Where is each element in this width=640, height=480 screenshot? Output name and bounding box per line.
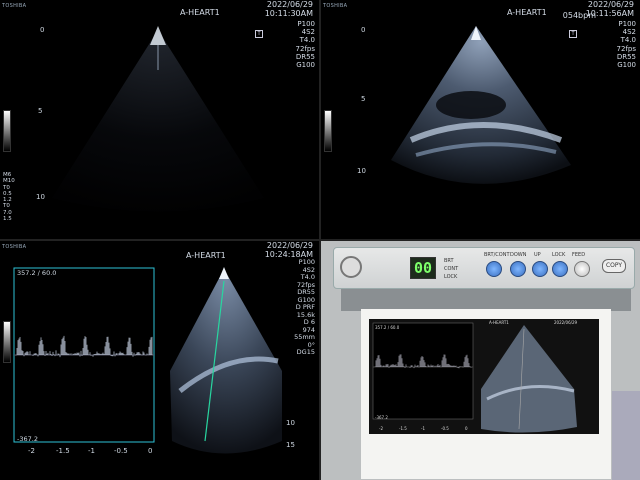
exam-title: A-HEART1 [180,8,220,17]
param: 72fps [617,45,636,53]
param: DR55 [296,53,315,61]
depth-label: 10 [36,193,45,201]
printer-control-panel: 00 BRT CONT LOCK BRT/CONT DOWN UP LOCK F… [333,247,635,289]
depth-label: 5 [361,95,365,103]
sector-image [321,0,640,239]
param: P100 [617,20,636,28]
indicator-lock: LOCK [444,274,457,280]
param: 1.5 [3,216,15,222]
date-label: 2022/06/29 [267,0,313,9]
print-scale-bottom: -367.2 [375,415,388,420]
printed-sheet: A-HEART1 2022/06/29 357.2 / 60.0 -367.2 … [361,309,611,479]
param: 4S2 [617,28,636,36]
up-button[interactable] [532,261,548,277]
grayscale-bar [3,321,11,363]
imaging-params: P100 4S2 T4.0 72fps DR55 G100 D PRF 15.6… [294,259,315,357]
param: DR55 [617,53,636,61]
date-label: 2022/06/29 [588,0,634,9]
param: T4.0 [617,36,636,44]
depth-label: 10 [286,419,295,427]
down-button[interactable] [510,261,526,277]
time-tick: -1.5 [56,447,70,455]
grayscale-bar [324,110,332,152]
printed-doppler [369,319,599,434]
param: G100 [296,61,315,69]
quadrant-bmode-heart: TOSHIBA A-HEART1 054bpm 2022/06/29 10:11… [321,0,640,239]
param: 4S2 [296,28,315,36]
quadrant-printer-photo: 00 BRT CONT LOCK BRT/CONT DOWN UP LOCK F… [321,241,640,480]
brt-cont-label: BRT/CONT [484,252,510,258]
up-label: UP [534,252,541,258]
power-button[interactable] [340,256,362,278]
printer-slot [341,289,631,311]
param: P100 [296,20,315,28]
time-tick: -2 [28,447,35,455]
grayscale-bar [3,110,11,152]
print-scale-top: 357.2 / 60.0 [375,325,399,330]
print-tick: 0 [465,426,468,431]
depth-label: 5 [38,107,42,115]
param: DG15 [294,349,315,357]
brand-label: TOSHIBA [2,244,26,250]
quadrant-bmode-empty: TOSHIBA A-HEART1 2022/06/29 10:11:30AM T… [0,0,319,239]
time-label: 10:11:30AM [265,9,313,18]
doppler-spectrum [16,336,152,357]
depth-label: 10 [357,167,366,175]
depth-label: 15 [286,441,295,449]
depth-label: 0 [361,26,365,34]
time-tick: -1 [88,447,95,455]
sector-image [0,0,319,239]
lock-button[interactable] [552,261,568,277]
exam-title: A-HEART1 [507,8,547,17]
print-date: 2022/06/29 [554,320,577,325]
orientation-marker-icon: T [255,30,263,38]
printed-image: A-HEART1 2022/06/29 357.2 / 60.0 -367.2 … [369,319,599,434]
param: M10 [3,178,15,184]
copy-button[interactable]: COPY [602,259,626,273]
indicator-brt: BRT [444,258,454,264]
time-tick: 0 [148,447,152,455]
param: T4.0 [296,36,315,44]
brand-label: TOSHIBA [323,3,347,9]
feed-button[interactable] [574,261,590,277]
feed-label: FEED [572,252,585,258]
print-title: A-HEART1 [489,320,509,325]
indicator-cont: CONT [444,266,458,272]
copies-display: 00 [410,257,436,279]
imaging-params: P100 4S2 T4.0 72fps DR55 G100 [617,20,636,69]
velocity-scale-top: 357.2 / 60.0 [17,269,56,277]
param: 72fps [296,45,315,53]
param: G100 [617,61,636,69]
quadrant-doppler: TOSHIBA A-HEART1 2022/06/29 10:24:18AM 3… [0,241,319,480]
print-tick: -1.5 [399,426,407,431]
time-label: 10:11:56AM [586,9,634,18]
print-tick: -0.5 [441,426,449,431]
print-tick: -1 [421,426,425,431]
printer-side [612,391,640,480]
side-params: M6 M10 T0 0.5 1.2 T0 7.0 1.5 [3,172,15,222]
orientation-marker-icon: T [569,30,577,38]
down-label: DOWN [510,252,526,258]
date-label: 2022/06/29 [267,241,313,250]
velocity-scale-bottom: -367.2 [17,435,38,443]
exam-title: A-HEART1 [186,251,226,260]
brt-cont-button[interactable] [486,261,502,277]
brand-label: TOSHIBA [2,3,26,9]
time-tick: -0.5 [114,447,128,455]
lock-label: LOCK [552,252,565,258]
print-tick: -2 [379,426,383,431]
depth-label: 0 [40,26,44,34]
imaging-params: P100 4S2 T4.0 72fps DR55 G100 [296,20,315,69]
